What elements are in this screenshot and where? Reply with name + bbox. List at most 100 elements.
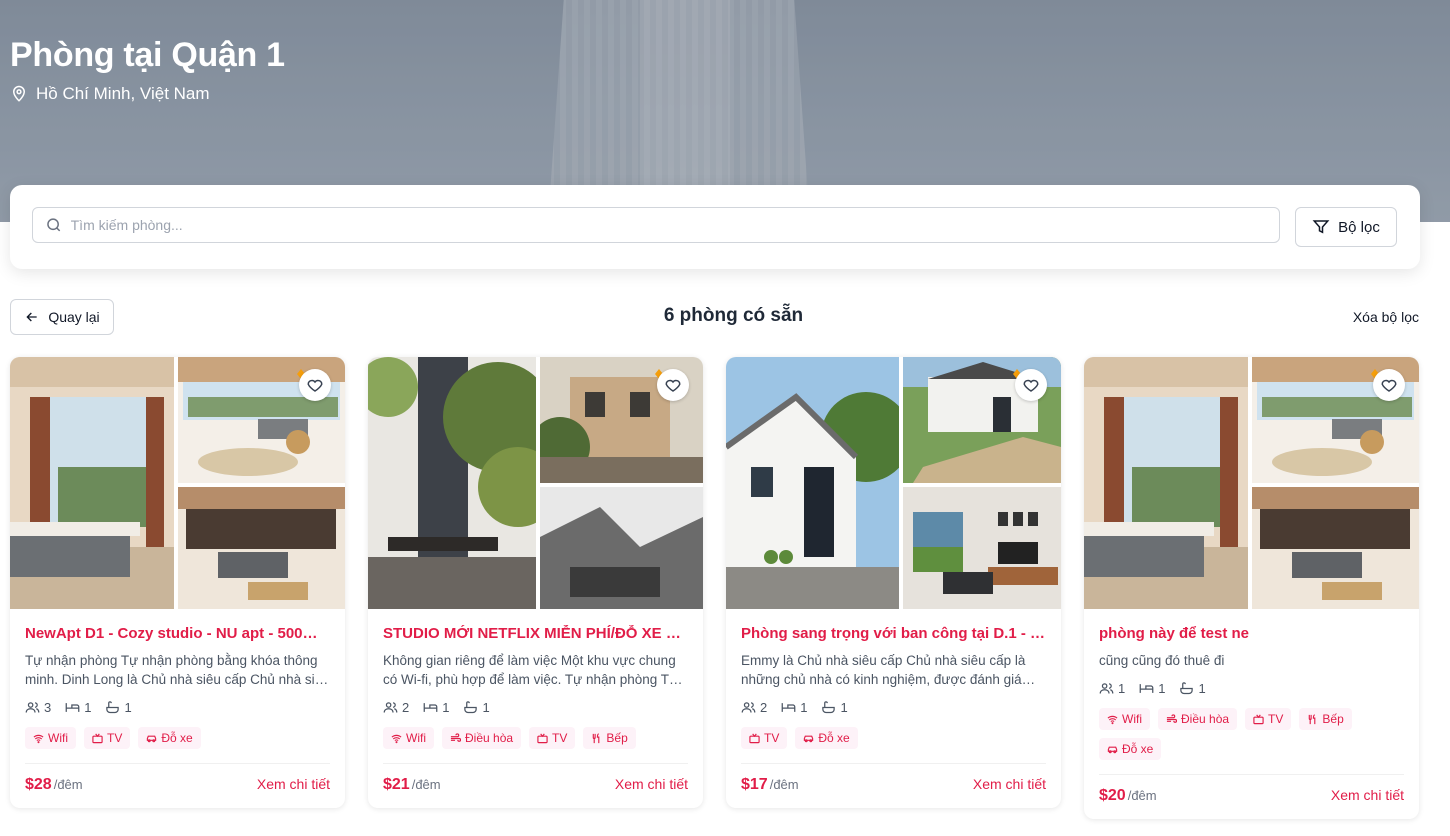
view-details-link[interactable]: Xem chi tiết [257, 776, 330, 792]
amenity-tag: Điều hòa [1158, 708, 1238, 730]
amenity-tag: Điều hòa [442, 727, 522, 749]
room-title[interactable]: phòng này để test ne [1099, 625, 1404, 642]
search-icon [47, 218, 61, 232]
search-panel: Bộ lọc [10, 185, 1420, 269]
wifi-icon [391, 734, 402, 743]
heart-icon [1381, 379, 1397, 392]
amenity-tag: Đỗ xe [795, 727, 858, 749]
price-value: $20 [1099, 787, 1126, 804]
bedrooms-count: 1 [800, 700, 808, 715]
favorite-button[interactable] [1015, 369, 1047, 401]
guests-count: 3 [44, 700, 52, 715]
card-footer: $17/đêm Xem chi tiết [741, 763, 1046, 794]
bed-icon [1139, 684, 1154, 693]
card-footer: $20/đêm Xem chi tiết [1099, 774, 1404, 805]
bedrooms-count: 1 [84, 700, 92, 715]
room-photo-3[interactable] [1252, 487, 1419, 609]
room-card[interactable]: NewApt D1 - Cozy studio - NU apt - 500m … [10, 357, 345, 808]
amenity-tag: Bếp [1299, 708, 1352, 730]
price: $17/đêm [741, 776, 799, 794]
amenity-tag: Đỗ xe [1099, 738, 1162, 760]
room-description: Tự nhận phòng Tự nhận phòng bằng khóa th… [25, 653, 330, 687]
filter-button[interactable]: Bộ lọc [1295, 207, 1397, 247]
car-icon [147, 735, 157, 742]
bath-icon [822, 701, 836, 714]
room-gallery[interactable] [10, 357, 345, 609]
tv-icon [92, 733, 103, 743]
kitchen-icon [1309, 713, 1316, 724]
baths-count: 1 [124, 700, 132, 715]
tv-icon [537, 733, 548, 743]
room-photo-3[interactable] [178, 487, 345, 609]
room-photo-main[interactable] [368, 357, 536, 609]
amenity-list: Wifi TV Đỗ xe [25, 727, 330, 749]
guests-icon [1099, 683, 1114, 694]
room-photo-2[interactable] [178, 357, 345, 483]
room-description: cũng cũng đó thuê đi [1099, 653, 1225, 668]
room-gallery[interactable] [726, 357, 1061, 609]
bed-icon [781, 703, 796, 712]
guests-count: 2 [760, 700, 768, 715]
amenity-tag: Wifi [25, 727, 76, 749]
clear-filters-link[interactable]: Xóa bộ lọc [1353, 309, 1419, 325]
room-gallery[interactable] [368, 357, 703, 609]
map-pin-icon [12, 85, 26, 102]
tv-icon [1253, 714, 1264, 724]
amenity-tag: TV [529, 727, 576, 749]
room-card[interactable]: STUDIO MỚI NETFLIX MIỄN PHÍ/ĐỖ XE MIỄN P… [368, 357, 703, 808]
search-input[interactable] [70, 217, 1279, 233]
price: $21/đêm [383, 776, 441, 794]
amenity-list: TV Đỗ xe [741, 727, 1046, 749]
price-unit: /đêm [411, 777, 441, 792]
room-stats: 1 1 1 [1099, 681, 1404, 696]
baths-count: 1 [840, 700, 848, 715]
favorite-button[interactable] [299, 369, 331, 401]
room-photo-2[interactable] [540, 357, 703, 483]
bedrooms-count: 1 [442, 700, 450, 715]
amenity-list: Wifi Điều hòa TV Bếp [383, 727, 688, 749]
room-card[interactable]: phòng này để test ne cũng cũng đó thuê đ… [1084, 357, 1419, 819]
heart-icon [1023, 379, 1039, 392]
amenity-tag: Bếp [583, 727, 636, 749]
room-photo-main[interactable] [1084, 357, 1248, 609]
results-count: 6 phòng có sẵn [663, 305, 804, 326]
room-stats: 2 1 1 [741, 700, 1046, 715]
kitchen-icon [593, 732, 600, 743]
room-photo-main[interactable] [10, 357, 174, 609]
amenity-tag: TV [741, 727, 788, 749]
price-unit: /đêm [1127, 788, 1157, 803]
room-title[interactable]: STUDIO MỚI NETFLIX MIỄN PHÍ/ĐỖ XE MIỄN P… [383, 625, 688, 642]
price-unit: /đêm [53, 777, 83, 792]
favorite-button[interactable] [1373, 369, 1405, 401]
guests-icon [25, 702, 40, 713]
room-title[interactable]: NewApt D1 - Cozy studio - NU apt - 500m … [25, 625, 330, 642]
view-details-link[interactable]: Xem chi tiết [615, 776, 688, 792]
room-photo-3[interactable] [540, 487, 703, 609]
room-photo-main[interactable] [726, 357, 899, 609]
baths-count: 1 [482, 700, 490, 715]
bath-icon [1180, 682, 1194, 695]
room-description: Emmy là Chủ nhà siêu cấp Chủ nhà siêu cấ… [741, 653, 1026, 687]
room-photo-2[interactable] [903, 357, 1061, 483]
amenity-tag: TV [84, 727, 131, 749]
bed-icon [65, 703, 80, 712]
view-details-link[interactable]: Xem chi tiết [1331, 787, 1404, 803]
location-text: Hồ Chí Minh, Việt Nam [36, 84, 210, 103]
favorite-button[interactable] [657, 369, 689, 401]
room-card[interactable]: Phòng sang trọng với ban công tại D.1 - … [726, 357, 1061, 808]
room-photo-3[interactable] [903, 487, 1061, 609]
car-icon [1107, 746, 1118, 753]
tv-icon [749, 733, 760, 743]
room-photo-2[interactable] [1252, 357, 1419, 483]
guests-count: 2 [402, 700, 410, 715]
filter-icon [1312, 220, 1330, 234]
price-unit: /đêm [769, 777, 799, 792]
view-details-link[interactable]: Xem chi tiết [973, 776, 1046, 792]
room-title[interactable]: Phòng sang trọng với ban công tại D.1 - … [741, 625, 1046, 642]
search-box[interactable] [32, 207, 1280, 243]
amenity-tag: Wifi [383, 727, 434, 749]
bedrooms-count: 1 [1158, 681, 1166, 696]
location-line: Hồ Chí Minh, Việt Nam [10, 84, 210, 104]
room-gallery[interactable] [1084, 357, 1419, 609]
guests-icon [383, 702, 398, 713]
